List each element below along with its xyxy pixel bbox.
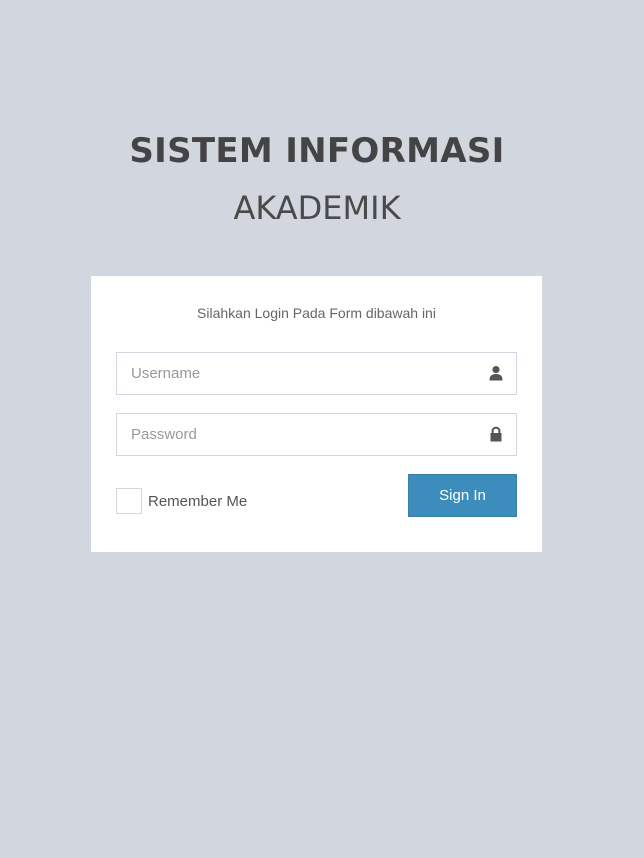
login-logo: SISTEM INFORMASI AKADEMIK bbox=[0, 128, 634, 230]
remember-me-label: Remember Me bbox=[148, 492, 248, 510]
app-subtitle: AKADEMIK bbox=[233, 189, 401, 227]
login-actions: Remember Me Sign In bbox=[116, 474, 517, 518]
login-form: Remember Me Sign In bbox=[116, 352, 517, 518]
username-field-group bbox=[116, 352, 517, 395]
sign-in-button[interactable]: Sign In bbox=[408, 474, 517, 517]
user-icon bbox=[489, 366, 503, 381]
remember-me: Remember Me bbox=[116, 488, 247, 514]
login-box: Silahkan Login Pada Form dibawah ini Rem… bbox=[91, 276, 542, 552]
password-input[interactable] bbox=[116, 413, 517, 456]
lock-icon bbox=[490, 426, 502, 442]
remember-me-checkbox[interactable] bbox=[116, 488, 142, 514]
login-box-message: Silahkan Login Pada Form dibawah ini bbox=[197, 305, 436, 321]
username-input[interactable] bbox=[116, 352, 517, 395]
password-field-group bbox=[116, 413, 517, 456]
app-title: SISTEM INFORMASI bbox=[129, 131, 505, 171]
